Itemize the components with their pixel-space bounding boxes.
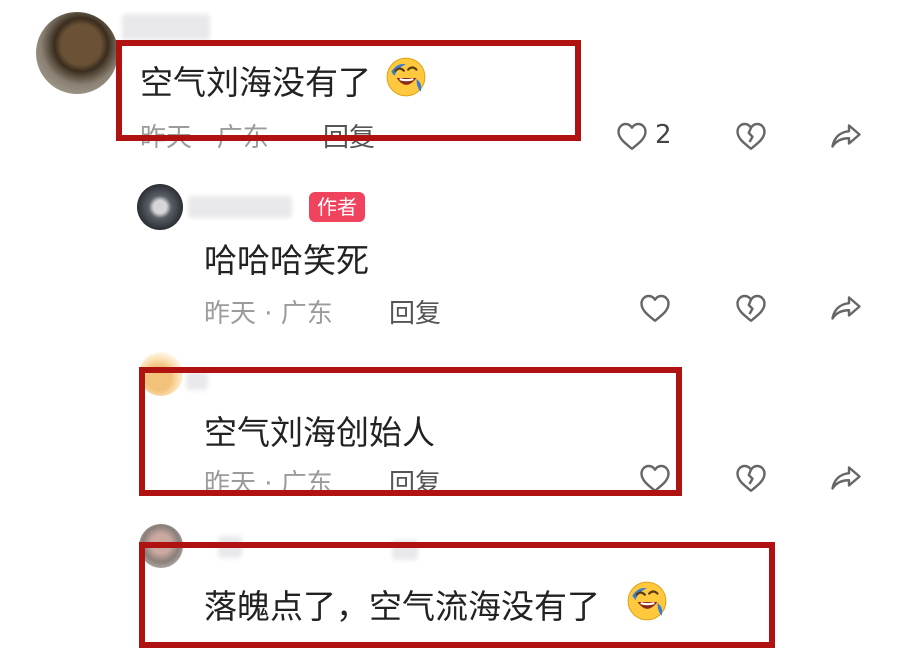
highlight-box	[139, 367, 682, 496]
highlight-box	[116, 40, 581, 141]
author-badge: 作者	[309, 192, 365, 222]
comment-meta: 昨天 · 广东	[204, 299, 333, 329]
share-icon[interactable]	[828, 460, 864, 496]
reply-button[interactable]: 回复	[389, 293, 441, 330]
share-icon[interactable]	[828, 290, 864, 326]
broken-heart-icon[interactable]	[733, 290, 769, 326]
like-count: 2	[655, 120, 672, 150]
username-redacted[interactable]	[188, 196, 292, 218]
comment-text: 哈哈哈笑死	[204, 241, 369, 280]
broken-heart-icon[interactable]	[733, 118, 769, 154]
share-icon[interactable]	[828, 118, 864, 154]
broken-heart-icon[interactable]	[733, 460, 769, 496]
heart-icon[interactable]	[637, 290, 673, 326]
username-redacted[interactable]	[122, 14, 210, 40]
avatar[interactable]	[36, 12, 118, 94]
heart-icon[interactable]	[614, 118, 650, 154]
avatar[interactable]	[137, 184, 183, 230]
highlight-box	[139, 542, 775, 648]
